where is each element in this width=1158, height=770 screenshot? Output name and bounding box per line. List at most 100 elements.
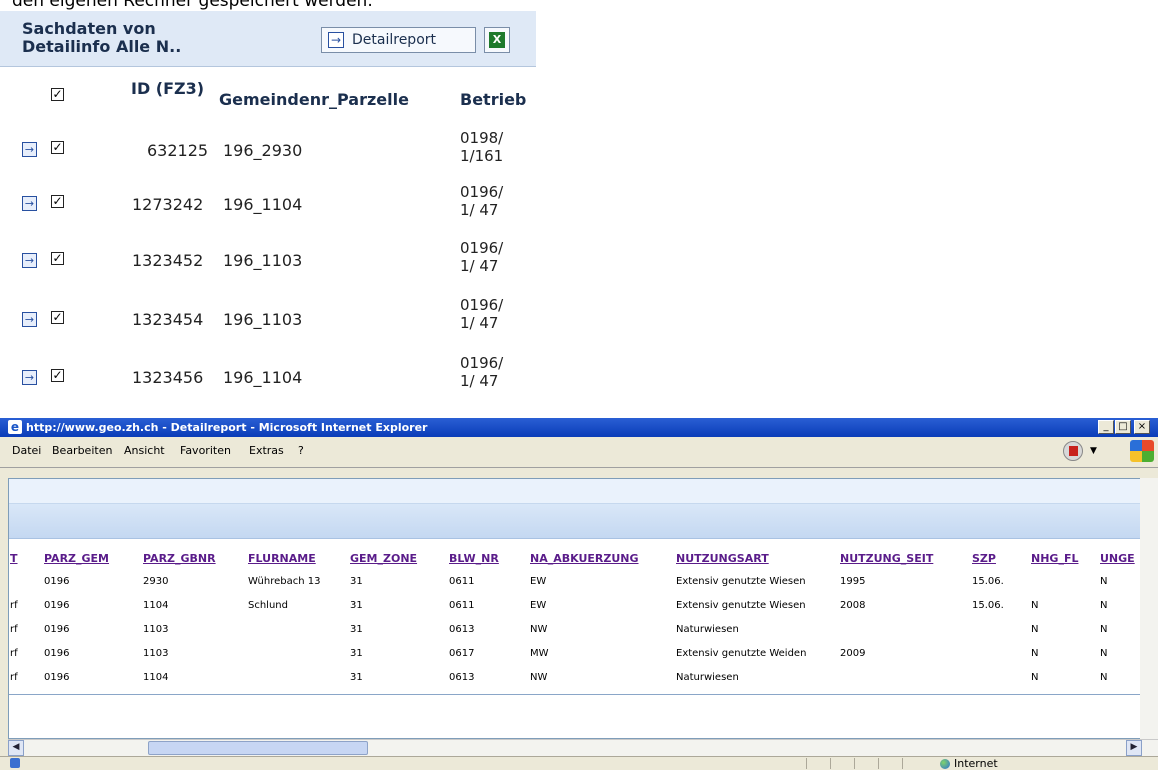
table-cell: 0613 — [449, 624, 475, 635]
menu-ansicht[interactable]: Ansicht — [124, 444, 165, 457]
col-header-na-abkuerzung[interactable]: NA_ABKUERZUNG — [530, 552, 639, 565]
row-id: 1273242 — [132, 195, 204, 214]
scroll-left-button[interactable]: ◀ — [8, 740, 24, 756]
row-checkbox[interactable]: ✓ — [51, 311, 64, 324]
row-detail-arrow-icon[interactable]: → — [22, 196, 37, 211]
page-caption: den eigenen Rechner gespeichert werden. — [12, 0, 373, 11]
excel-export-icon[interactable]: X — [484, 27, 510, 53]
row-betrieb: 0196/ 1/ 47 — [460, 183, 504, 219]
row-betrieb: 0196/ 1/ 47 — [460, 296, 504, 332]
detailreport-button[interactable]: → Detailreport — [321, 27, 476, 53]
table-cell: N — [1031, 648, 1039, 659]
table-cell: 0196 — [44, 648, 70, 659]
menu-bar: Datei Bearbeiten Ansicht Favoriten Extra… — [0, 437, 1158, 467]
row-checkbox[interactable]: ✓ — [51, 141, 64, 154]
status-segment — [830, 758, 851, 769]
menu-favoriten[interactable]: Favoriten — [180, 444, 231, 457]
row-detail-arrow-icon[interactable]: → — [22, 142, 37, 157]
table-cell: 0611 — [449, 600, 475, 611]
table-cell: 0196 — [44, 624, 70, 635]
menu-extras[interactable]: Extras — [249, 444, 284, 457]
table-cell: Extensiv genutzte Weiden — [676, 648, 807, 659]
ie-logo-icon: e — [8, 420, 22, 434]
maximize-button[interactable]: □ — [1115, 420, 1131, 434]
table-cell: 2930 — [143, 576, 169, 587]
table-cell: N — [1100, 672, 1108, 683]
table-cell: 1103 — [143, 624, 169, 635]
status-segment — [878, 758, 899, 769]
col-header-nhg-fl[interactable]: NHG_FL — [1031, 552, 1078, 565]
close-button[interactable]: × — [1134, 420, 1150, 434]
col-header-blw-nr[interactable]: BLW_NR — [449, 552, 499, 565]
table-cell: rf — [10, 648, 18, 659]
col-header-nutzungsart[interactable]: NUTZUNGSART — [676, 552, 769, 565]
report-content: T PARZ_GEM PARZ_GBNR FLURNAME GEM_ZONE B… — [8, 478, 1158, 739]
col-header-szp[interactable]: SZP — [972, 552, 996, 565]
col-header-parz-gem[interactable]: PARZ_GEM — [44, 552, 109, 565]
row-detail-arrow-icon[interactable]: → — [22, 312, 37, 327]
report-band-top — [9, 479, 1157, 504]
window-titlebar: e http://www.geo.zh.ch - Detailreport - … — [0, 418, 1158, 437]
table-cell: Extensiv genutzte Wiesen — [676, 600, 806, 611]
menu-bearbeiten[interactable]: Bearbeiten — [52, 444, 112, 457]
globe-icon — [940, 759, 950, 769]
column-header-id: ID (FZ3) — [131, 79, 205, 98]
col-header-unge[interactable]: UNGE — [1100, 552, 1135, 565]
row-parzelle: 196_1104 — [223, 368, 303, 387]
menu-help[interactable]: ? — [298, 444, 304, 457]
table-cell: rf — [10, 672, 18, 683]
table-cell: 1995 — [840, 576, 866, 587]
row-checkbox[interactable]: ✓ — [51, 195, 64, 208]
table-cell: 0617 — [449, 648, 475, 659]
status-segment — [902, 758, 923, 769]
table-cell: EW — [530, 600, 547, 611]
window-title: http://www.geo.zh.ch - Detailreport - Mi… — [26, 421, 428, 434]
col-header-parz-gbnr[interactable]: PARZ_GBNR — [143, 552, 216, 565]
row-checkbox[interactable]: ✓ — [51, 369, 64, 382]
table-cell: Naturwiesen — [676, 624, 739, 635]
table-cell: 31 — [350, 600, 363, 611]
row-parzelle: 196_1103 — [223, 310, 303, 329]
horizontal-scrollbar[interactable]: ◀ ▶ — [8, 739, 1158, 756]
table-cell: 0611 — [449, 576, 475, 587]
row-detail-arrow-icon[interactable]: → — [22, 253, 37, 268]
row-parzelle: 196_1103 — [223, 251, 303, 270]
select-all-checkbox[interactable]: ✓ — [51, 88, 64, 101]
row-checkbox[interactable]: ✓ — [51, 252, 64, 265]
row-betrieb: 0196/ 1/ 47 — [460, 239, 504, 275]
table-cell: NW — [530, 672, 548, 683]
table-cell: N — [1031, 672, 1039, 683]
table-cell: N — [1031, 624, 1039, 635]
status-bar: Internet — [0, 756, 1158, 770]
row-detail-arrow-icon[interactable]: → — [22, 370, 37, 385]
table-cell: 2009 — [840, 648, 866, 659]
row-id: 1323452 — [132, 251, 204, 270]
column-header-parzelle: Gemeindenr_Parzelle — [219, 90, 409, 109]
sachdaten-panel: Sachdaten von Detailinfo Alle N.. → Deta… — [0, 11, 536, 401]
vertical-scrollbar[interactable] — [1140, 478, 1158, 739]
status-segment — [806, 758, 827, 769]
table-cell: N — [1031, 600, 1039, 611]
table-cell: 31 — [350, 672, 363, 683]
table-cell: N — [1100, 576, 1108, 587]
scrollbar-thumb[interactable] — [148, 741, 368, 755]
table-cell: N — [1100, 624, 1108, 635]
chevron-down-icon[interactable]: ▼ — [1090, 446, 1097, 456]
table-cell: 0196 — [44, 600, 70, 611]
arrow-right-icon: → — [328, 32, 344, 48]
pdf-icon[interactable] — [1063, 441, 1083, 461]
menu-datei[interactable]: Datei — [12, 444, 41, 457]
col-header-t[interactable]: T — [10, 552, 18, 565]
col-header-flurname[interactable]: FLURNAME — [248, 552, 316, 565]
col-header-nutzung-seit[interactable]: NUTZUNG_SEIT — [840, 552, 933, 565]
scroll-right-button[interactable]: ▶ — [1126, 740, 1142, 756]
table-cell: 1104 — [143, 600, 169, 611]
row-parzelle: 196_2930 — [223, 141, 303, 160]
table-cell: 0196 — [44, 576, 70, 587]
panel-header: Sachdaten von Detailinfo Alle N.. → Deta… — [0, 11, 536, 67]
table-cell: N — [1100, 600, 1108, 611]
table-cell: EW — [530, 576, 547, 587]
minimize-button[interactable]: _ — [1098, 420, 1114, 434]
col-header-gem-zone[interactable]: GEM_ZONE — [350, 552, 417, 565]
row-id: 1323454 — [132, 310, 204, 329]
